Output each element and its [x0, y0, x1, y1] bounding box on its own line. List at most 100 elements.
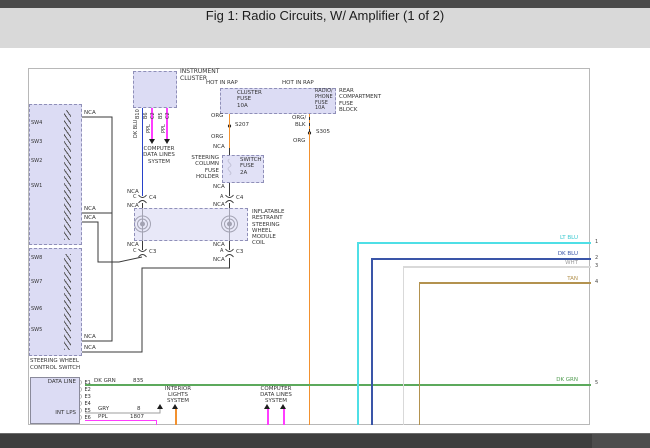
wire-label-dk-grn: DK GRN	[94, 378, 116, 384]
splice-label-s305: S305	[316, 129, 330, 135]
wire-label-org-blk-2: BLK	[295, 122, 305, 128]
connector-c3-left	[139, 249, 147, 257]
switch-label-sw7: SW7	[31, 280, 42, 286]
radio-phone-fuse-label: RADIO/ PHONE FUSE 10A	[315, 89, 333, 112]
wire-label-gry: GRY	[98, 406, 109, 412]
connector-label-c4: C4	[149, 195, 156, 201]
switch-box-lower	[29, 248, 82, 356]
connector-label-c3: C3	[149, 249, 156, 255]
wire-label-nca: NCA	[84, 110, 96, 116]
ic-pin-label: C2	[151, 105, 157, 119]
pin-label-e5: E5	[85, 409, 91, 415]
wire-label-org: ORG	[293, 138, 305, 144]
computer-data-lines-top: COMPUTER DATA LINES SYSTEM	[138, 146, 180, 165]
pin-label-c: C	[133, 249, 137, 255]
connector-c4-right	[226, 195, 234, 203]
pin-arc: )	[80, 381, 82, 387]
pin-arc: )	[80, 416, 82, 422]
ic-pin-label: B6	[144, 105, 150, 119]
pin-label-e3: E3	[85, 395, 91, 401]
splice-label-s207: S207	[235, 122, 249, 128]
pin-label-a: A	[220, 249, 223, 255]
app-window: Fig 1: Radio Circuits, W/ Amplifier (1 o…	[0, 0, 650, 448]
wire-tan-h	[419, 282, 591, 284]
cluster-fuse-label: CLUSTER FUSE 10A	[237, 90, 262, 109]
pin-label-e1: E1	[85, 381, 91, 387]
wire-label-dk-blu: DK BLU	[134, 116, 140, 138]
wire-label-nca: NCA	[84, 206, 96, 212]
connector-label-c3: C3	[236, 249, 243, 255]
taskbar-right-segment	[592, 434, 650, 448]
arrow-down-ppl-2	[164, 139, 170, 144]
connector-c4-left	[139, 195, 147, 203]
switch-label-sw5: SW5	[31, 328, 42, 334]
wire-label-wht: WHT	[544, 260, 578, 266]
wire-tan-v	[419, 282, 421, 425]
circuit-1807: 1807	[130, 414, 144, 420]
instrument-cluster-label-2: CLUSTER	[180, 76, 207, 82]
pin-label-e6: E6	[85, 416, 91, 422]
pin-number-3: 3	[595, 264, 598, 270]
wire-label-nca: NCA	[213, 144, 225, 150]
pin-arc: )	[80, 402, 82, 408]
wire-label-nca: NCA	[84, 345, 96, 351]
wire-gry	[85, 409, 160, 413]
wire-org-blk-segment	[309, 114, 311, 133]
switch-label-sw6: SW6	[31, 307, 42, 313]
hot-in-rap-right: HOT IN RAP	[282, 80, 314, 86]
bottom-taskbar	[0, 433, 650, 448]
pin-number-2: 2	[595, 256, 598, 262]
pin-label-e4: E4	[85, 402, 91, 408]
int-lps-label: INT LPS	[34, 410, 76, 416]
pin-number-1: 1	[595, 240, 598, 246]
wire-label-ppl: PPL	[162, 120, 168, 133]
wire-dk-grn	[85, 384, 591, 386]
wire-ppl-e6-h	[85, 420, 157, 421]
wire-label-dk-blu: DK BLU	[544, 251, 578, 257]
pin-label-a: A	[220, 195, 223, 201]
resistor-ladder-upper	[64, 110, 71, 240]
pin-label-c: C	[133, 195, 137, 201]
pin-arc: )	[80, 409, 82, 415]
rear-compartment-fuse-block-label: REAR COMPARTMENT FUSE BLOCK	[339, 88, 381, 113]
wire-org-cluster-fuse	[229, 114, 231, 148]
wire-label-org: ORG	[211, 134, 223, 140]
pin-number-4: 4	[595, 280, 598, 286]
wire-label-org: ORG	[211, 113, 223, 119]
wire-lt-blu-v	[357, 242, 359, 425]
data-line-title: DATA LINE	[34, 379, 76, 385]
wire-wht-v	[403, 266, 405, 425]
ic-pin-label: B5	[159, 105, 165, 119]
pin-number-5: 5	[595, 381, 598, 387]
instrument-cluster-box	[133, 71, 177, 108]
wire-label-nca: NCA	[127, 203, 139, 209]
wire-label-ppl: PPL	[98, 414, 108, 420]
circuit-8: 8	[137, 406, 141, 412]
coil-box	[134, 208, 248, 241]
computer-data-lines-bottom: COMPUTER DATA LINES SYSTEM	[256, 387, 296, 404]
pin-arc: )	[80, 388, 82, 394]
pin-arc: )	[80, 395, 82, 401]
wire-org-bottom	[175, 409, 177, 425]
wire-label-ppl: PPL	[147, 120, 153, 133]
wire-label-nca: NCA	[84, 215, 96, 221]
wire-label-nca: NCA	[213, 184, 225, 190]
wire-dk-blu-v	[371, 258, 373, 425]
wire-ppl-bottom-2	[283, 409, 285, 425]
resistor-ladder-lower	[64, 254, 71, 350]
switch-label-sw2: SW2	[31, 159, 42, 165]
arrow-down-ppl-1	[149, 139, 155, 144]
wire-label-org-blk-1: ORG/	[292, 115, 306, 121]
wire-label-dk-grn-right: DK GRN	[540, 377, 578, 383]
wire-label-tan: TAN	[544, 276, 578, 282]
steering-wheel-control-switch-label-1: STEERING WHEEL	[30, 358, 79, 364]
circuit-835: 835	[133, 378, 144, 384]
steering-column-fuse-holder-label: STEERING COLUMN FUSE HOLDER	[186, 155, 219, 180]
wire-wht-h	[403, 266, 591, 268]
steering-wheel-control-switch-label-2: CONTROL SWITCH	[30, 365, 80, 371]
connector-label-c4: C4	[236, 195, 243, 201]
wire-ppl-bottom-1	[267, 409, 269, 425]
switch-label-sw3: SW3	[31, 140, 42, 146]
switch-label-sw8: SW8	[31, 256, 42, 262]
hot-in-rap-left: HOT IN RAP	[206, 80, 238, 86]
